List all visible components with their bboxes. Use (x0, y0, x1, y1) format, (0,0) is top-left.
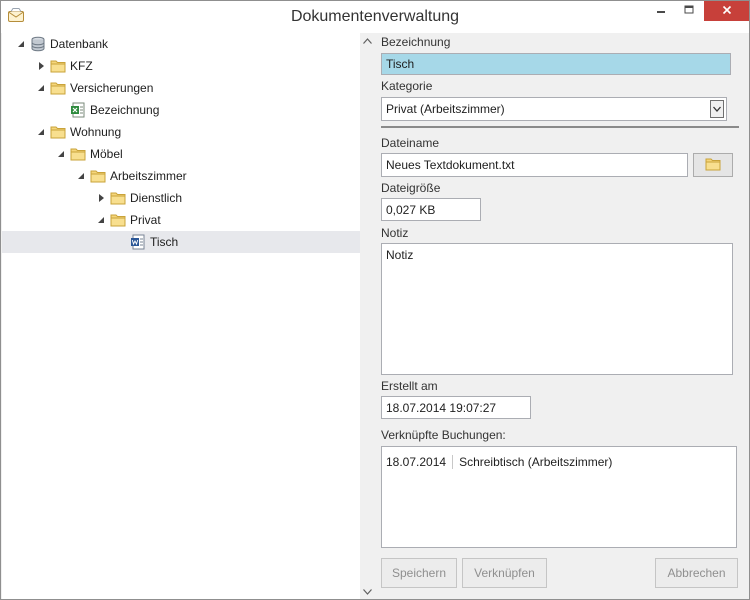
tree-node-label: Arbeitszimmer (110, 169, 187, 183)
browse-file-button[interactable] (693, 153, 733, 177)
folder-icon (50, 124, 66, 140)
vertical-scrollbar[interactable] (360, 33, 375, 599)
kategorie-select[interactable]: Privat (Arbeitszimmer) (381, 97, 727, 121)
erstellt-field: 18.07.2014 19:07:27 (381, 396, 531, 419)
maximize-icon (684, 4, 694, 18)
tree-node-dienstlich[interactable]: Dienstlich (2, 187, 360, 209)
minimize-icon (656, 4, 666, 18)
scroll-up-arrow-icon[interactable] (360, 33, 375, 48)
folder-icon (90, 168, 106, 184)
notiz-value: Notiz (386, 248, 414, 262)
folder-icon (705, 156, 721, 175)
maximize-button[interactable] (675, 1, 703, 21)
folder-icon (50, 80, 66, 96)
scroll-down-arrow-icon[interactable] (360, 584, 375, 599)
tree-node-label: Privat (130, 213, 161, 227)
expanded-arrow-icon[interactable] (96, 215, 106, 225)
buchungen-list[interactable]: 18.07.2014 Schreibtisch (Arbeitszimmer) (381, 446, 737, 548)
chevron-down-icon[interactable] (710, 100, 724, 118)
buchung-text: Schreibtisch (Arbeitszimmer) (459, 455, 613, 469)
erstellt-label: Erstellt am (381, 379, 438, 393)
dateiname-value: Neues Textdokument.txt (386, 158, 515, 172)
main-window: Dokumentenverwaltung Datenbank KFZ Versi… (0, 0, 750, 600)
close-button[interactable] (704, 1, 749, 21)
tree-node-label: Wohnung (70, 125, 122, 139)
spreadsheet-document-icon (70, 102, 86, 118)
save-button[interactable]: Speichern (381, 558, 457, 588)
tree-node-label: Tisch (150, 235, 179, 249)
tree-node-privat[interactable]: Privat (2, 209, 360, 231)
tree-node-label: Dienstlich (130, 191, 183, 205)
word-document-icon (130, 234, 146, 250)
folder-icon (110, 190, 126, 206)
detail-form: Bezeichnung Tisch Kategorie Privat (Arbe… (376, 33, 749, 599)
tree-node-kfz[interactable]: KFZ (2, 55, 360, 77)
buchung-date: 18.07.2014 (386, 455, 454, 469)
expanded-arrow-icon[interactable] (36, 127, 46, 137)
tree-node-label: Datenbank (50, 37, 109, 51)
tree-node-bezeichnung[interactable]: Bezeichnung (2, 99, 360, 121)
notiz-label: Notiz (381, 226, 409, 240)
tree-node-label: Bezeichnung (90, 103, 160, 117)
buchungen-label: Verknüpfte Buchungen: (381, 428, 506, 442)
dateigroesse-value: 0,027 KB (386, 202, 436, 217)
cancel-button[interactable]: Abbrechen (655, 558, 738, 588)
dateiname-input[interactable]: Neues Textdokument.txt (381, 153, 688, 177)
dateiname-label: Dateiname (381, 136, 440, 150)
tree-node-label: Möbel (90, 147, 123, 161)
collapsed-arrow-icon[interactable] (36, 61, 46, 71)
tree-node-label: KFZ (70, 59, 93, 73)
dateigroesse-label: Dateigröße (381, 181, 441, 195)
erstellt-value: 18.07.2014 19:07:27 (386, 400, 497, 415)
tree-node-tisch[interactable]: Tisch (2, 231, 360, 253)
folder-icon (70, 146, 86, 162)
list-item[interactable]: 18.07.2014 Schreibtisch (Arbeitszimmer) (386, 455, 612, 469)
database-icon (30, 36, 46, 52)
separator (381, 126, 739, 128)
folder-icon (50, 58, 66, 74)
bezeichnung-label: Bezeichnung (381, 35, 451, 49)
title-bar: Dokumentenverwaltung (1, 1, 749, 33)
dateigroesse-field: 0,027 KB (381, 198, 481, 221)
kategorie-value: Privat (Arbeitszimmer) (386, 102, 505, 116)
link-button[interactable]: Verknüpfen (462, 558, 547, 588)
close-icon (722, 4, 732, 18)
window-title: Dokumentenverwaltung (290, 8, 460, 25)
minimize-button[interactable] (647, 1, 675, 21)
expanded-arrow-icon[interactable] (16, 39, 26, 49)
bezeichnung-value: Tisch (386, 57, 415, 71)
tree-node-label: Versicherungen (70, 81, 154, 95)
expanded-arrow-icon[interactable] (36, 83, 46, 93)
folder-icon (110, 212, 126, 228)
tree-node-versicherungen[interactable]: Versicherungen (2, 77, 360, 99)
expanded-arrow-icon[interactable] (56, 149, 66, 159)
tree-node-moebel[interactable]: Möbel (2, 143, 360, 165)
document-tree: Datenbank KFZ Versicherungen Bezeichnung… (2, 33, 360, 599)
expanded-arrow-icon[interactable] (76, 171, 86, 181)
kategorie-label: Kategorie (381, 79, 433, 93)
bezeichnung-input[interactable]: Tisch (381, 53, 731, 75)
tree-node-arbeitszimmer[interactable]: Arbeitszimmer (2, 165, 360, 187)
tree-node-datenbank[interactable]: Datenbank (2, 33, 360, 55)
tree-node-wohnung[interactable]: Wohnung (2, 121, 360, 143)
collapsed-arrow-icon[interactable] (96, 193, 106, 203)
notiz-textarea[interactable]: Notiz (381, 243, 733, 375)
